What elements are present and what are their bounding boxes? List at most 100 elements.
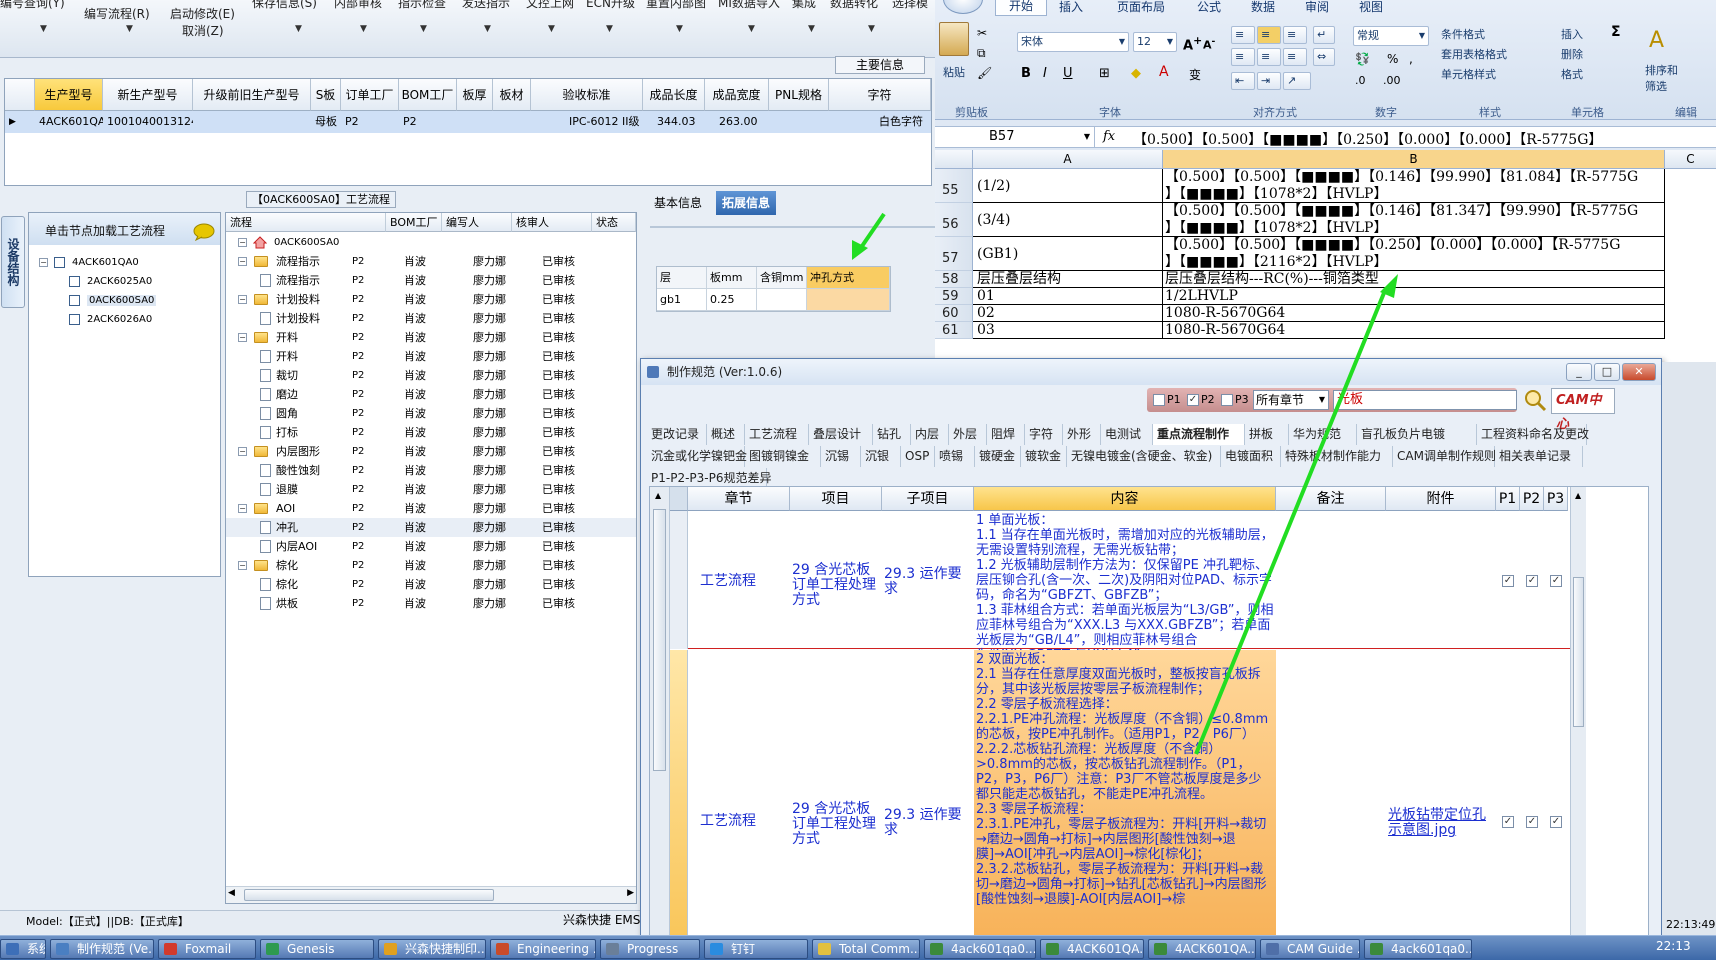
tree-node-root[interactable]: 4ACK601QA0 [72, 257, 139, 268]
spec-tab[interactable]: 重点流程制作 [1153, 424, 1245, 445]
sheet-row[interactable]: 60 02 1080-R-5670G64 [935, 305, 1716, 322]
indent-increase-icon[interactable]: ⇥ [1257, 72, 1281, 90]
font-size-select[interactable]: 12 ▼ [1133, 32, 1177, 52]
process-row[interactable]: − 计划投料 P2 肖波 廖力娜 已审核 [226, 290, 636, 309]
menu-item-ecn[interactable]: ECN升级 [586, 0, 635, 11]
dropdown-arrow-icon[interactable]: ▼ [126, 24, 133, 34]
collapse-icon[interactable]: − [39, 258, 48, 267]
maximize-button[interactable]: □ [1594, 363, 1620, 381]
p2-checkbox[interactable]: ✓ [1526, 575, 1538, 587]
cell-b[interactable]: 1080-R-5670G64 [1163, 322, 1665, 339]
spec-tab[interactable]: 字符 [1025, 424, 1063, 445]
indent-decrease-icon[interactable]: ⇤ [1231, 72, 1255, 90]
sort-label[interactable]: 排序和 [1645, 62, 1678, 78]
row-number[interactable]: 55 [935, 169, 973, 203]
decrease-decimal-icon[interactable]: .00 [1383, 74, 1401, 87]
cut-icon[interactable]: ✂ [977, 26, 987, 40]
ribbon-tab-review[interactable]: 审阅 [1305, 0, 1329, 15]
tab-extended-info[interactable]: 拓展信息 [716, 191, 777, 215]
spec-tab[interactable]: 叠层设计 [809, 424, 873, 445]
scroll-thumb[interactable] [1573, 577, 1584, 727]
menu-item-integrate[interactable]: 集成 [792, 0, 816, 11]
spec-tab[interactable]: 镀软金 [1021, 446, 1067, 467]
menu-item-upload[interactable]: 文控上网 [526, 0, 574, 11]
dropdown-arrow-icon[interactable]: ▼ [548, 24, 555, 34]
process-row[interactable]: 打标 P2 肖波 廖力娜 已审核 [226, 423, 636, 442]
filter-p3-checkbox[interactable] [1221, 394, 1233, 406]
format-painter-icon[interactable]: 🖌 [977, 66, 992, 80]
cell-style-button[interactable]: 单元格样式 [1441, 66, 1496, 82]
col-header[interactable]: 板mm [707, 267, 757, 289]
row-number[interactable]: 56 [935, 203, 973, 237]
currency-icon[interactable]: 💱 [1355, 52, 1370, 66]
filter-p2-checkbox[interactable]: ✓ [1187, 394, 1199, 406]
fx-icon[interactable]: fx [1103, 129, 1115, 144]
col-header[interactable]: 成品宽度 [705, 79, 769, 111]
cell-b[interactable]: 【0.500】【0.500】【■■■■】【0.250】【0.000】【0.000… [1163, 237, 1665, 271]
shrink-font-icon[interactable]: A- [1203, 36, 1215, 52]
tree-node[interactable]: 2ACK6025A0 [87, 276, 152, 287]
col-header-a[interactable]: A [973, 150, 1163, 168]
cell[interactable]: 344.03 [643, 111, 705, 133]
orientation-icon[interactable]: ↗ [1283, 72, 1311, 90]
ribbon-tab-home[interactable]: 开始 [995, 0, 1047, 16]
table-row[interactable]: 工艺流程 29 含光芯板订单工程处理方式 29.3 运作要求 1 单面光板： 1… [670, 511, 1570, 663]
collapse-icon[interactable]: − [238, 504, 247, 513]
conditional-format-button[interactable]: 条件格式 [1441, 26, 1485, 42]
p1-checkbox[interactable]: ✓ [1502, 575, 1514, 587]
p3-checkbox[interactable]: ✓ [1550, 575, 1562, 587]
cell[interactable] [493, 111, 531, 133]
menu-item-select[interactable]: 选择模 [892, 0, 928, 11]
product-grid[interactable]: 生产型号 新生产型号 升级前旧生产型号 S板 订单工厂 BOM工厂 板厚 板材 … [4, 78, 932, 186]
align-top-icon[interactable]: ≡ [1231, 26, 1255, 44]
collapse-icon[interactable]: − [238, 561, 247, 570]
menu-item-cancel[interactable]: 取消(Z) [182, 22, 224, 39]
ribbon-tab-data[interactable]: 数据 [1251, 0, 1275, 15]
font-color-icon[interactable]: A [1159, 64, 1169, 80]
taskbar-button[interactable]: 系统 [0, 939, 46, 959]
vertical-scroll-right[interactable]: ▲ [1570, 487, 1586, 939]
fill-color-icon[interactable]: ◆ [1131, 66, 1141, 81]
collapse-icon[interactable]: − [238, 257, 247, 266]
spec-tab[interactable]: OSP [901, 446, 935, 467]
row-number[interactable]: 61 [935, 322, 973, 339]
row-number[interactable]: 58 [935, 271, 973, 288]
col-header-content[interactable]: 内容 [974, 487, 1276, 511]
row-selector[interactable] [670, 511, 688, 649]
taskbar-button[interactable]: 兴森快捷制印... [378, 939, 486, 959]
cell[interactable]: 263.00 [705, 111, 769, 133]
menu-item-send[interactable]: 发送指示 [462, 0, 510, 11]
process-row[interactable]: 流程指示 P2 肖波 廖力娜 已审核 [226, 271, 636, 290]
spec-tab[interactable]: 更改记录 [647, 424, 707, 445]
scroll-thumb[interactable] [244, 889, 494, 901]
spec-tab[interactable]: 内层 [911, 424, 949, 445]
cell[interactable]: 4ACK601QA0 [35, 111, 103, 133]
chat-bubble-icon[interactable] [193, 223, 215, 241]
tab-basic-info[interactable]: 基本信息 [648, 191, 708, 215]
cell[interactable]: 0.25 [707, 289, 757, 311]
col-header[interactable]: 板材 [493, 79, 531, 111]
process-row[interactable]: 磨边 P2 肖波 廖力娜 已审核 [226, 385, 636, 404]
phonetic-icon[interactable]: 变 [1189, 66, 1201, 83]
col-header-attach[interactable]: 附件 [1386, 487, 1496, 511]
cell[interactable]: P2 [399, 111, 457, 133]
scroll-up-icon[interactable]: ▲ [655, 491, 661, 500]
copy-icon[interactable]: ⧉ [977, 46, 986, 61]
taskbar-button[interactable]: 4ack601qa0... [1364, 939, 1472, 959]
increase-decimal-icon[interactable]: .0 [1355, 74, 1366, 87]
align-bottom-icon[interactable]: ≡ [1283, 26, 1307, 44]
collapse-icon[interactable]: − [238, 238, 247, 247]
spec-tab[interactable]: 镀硬金 [975, 446, 1021, 467]
col-header-checker[interactable]: 核审人 [512, 213, 592, 232]
process-row[interactable]: − 流程指示 P2 肖波 廖力娜 已审核 [226, 252, 636, 271]
process-row[interactable]: 烘板 P2 肖波 廖力娜 已审核 [226, 594, 636, 613]
col-header-p3[interactable]: P3 [1544, 487, 1568, 511]
layer-grid[interactable]: 层 板mm 含铜mm 冲孔方式 gb1 0.25 [656, 266, 891, 312]
col-header[interactable]: 板厚 [457, 79, 493, 111]
menu-item-query[interactable]: 编号查询(Y) [0, 0, 65, 11]
spec-tab[interactable]: 特殊板材制作能力 [1281, 446, 1393, 467]
close-button[interactable]: ✕ [1622, 363, 1656, 381]
italic-icon[interactable]: I [1043, 66, 1047, 81]
col-header[interactable]: S板 [311, 79, 341, 111]
number-format-select[interactable]: 常规 ▼ [1353, 26, 1429, 46]
